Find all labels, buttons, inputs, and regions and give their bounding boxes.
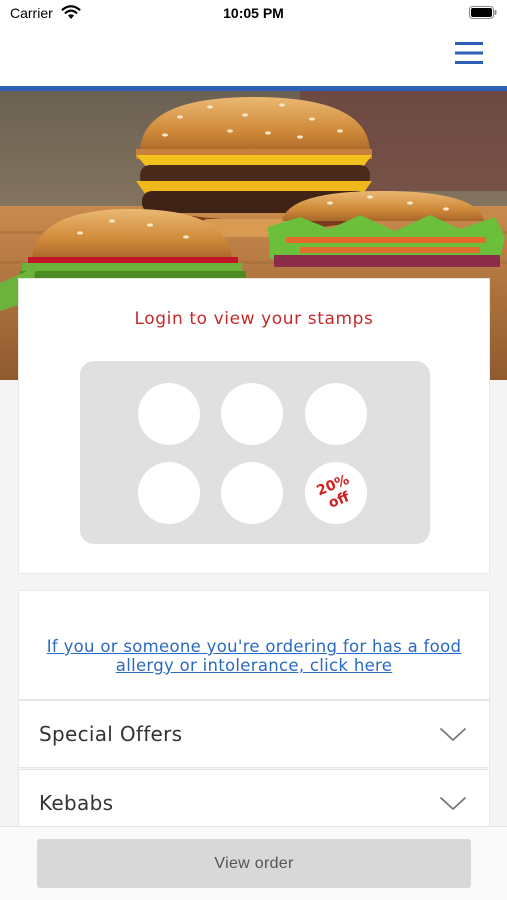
allergy-link[interactable]: If you or someone you're ordering for ha… [39, 637, 469, 675]
reward-stamp: 20% off [305, 462, 367, 524]
stamp-slot [138, 383, 200, 445]
chevron-down-icon [440, 797, 466, 810]
bottom-bar: View order [0, 826, 507, 900]
reward-label: 20% off [301, 467, 370, 520]
clock: 10:05 PM [223, 5, 284, 21]
battery-icon [469, 6, 497, 19]
status-bar: Carrier 10:05 PM [0, 0, 507, 30]
hamburger-menu-icon[interactable] [455, 40, 483, 66]
view-order-button[interactable]: View order [37, 839, 471, 888]
category-label: Kebabs [39, 791, 114, 815]
stamp-slot [138, 462, 200, 524]
stamp-slot [221, 383, 283, 445]
stamp-grid: 20% off [80, 361, 430, 544]
app-header [0, 30, 507, 87]
stamp-login-prompt[interactable]: Login to view your stamps [19, 309, 489, 329]
stamp-slot [221, 462, 283, 524]
category-label: Special Offers [39, 722, 183, 746]
stamp-card: Login to view your stamps 20% off [18, 278, 490, 574]
allergy-info-card: If you or someone you're ordering for ha… [18, 590, 490, 700]
category-special-offers[interactable]: Special Offers [18, 700, 490, 768]
stamp-slot [305, 383, 367, 445]
chevron-down-icon [440, 728, 466, 741]
